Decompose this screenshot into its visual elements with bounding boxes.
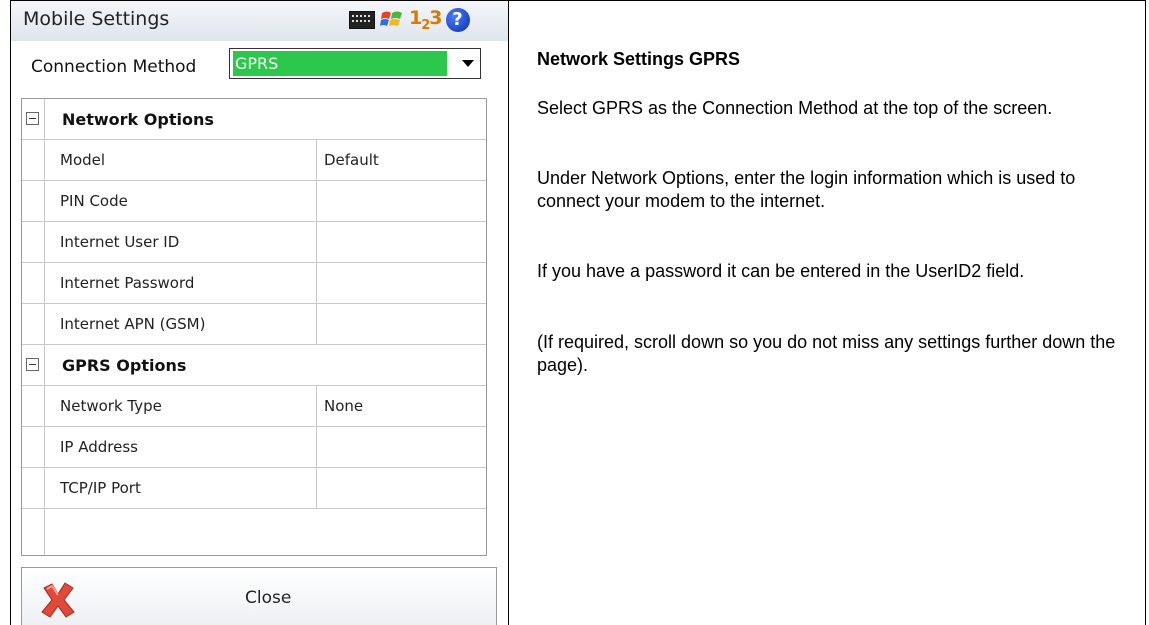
column-separator	[316, 222, 317, 262]
property-row[interactable]: IP Address	[22, 427, 486, 468]
collapse-icon[interactable]	[26, 112, 39, 125]
property-value[interactable]: None	[324, 397, 363, 415]
close-label: Close	[245, 588, 292, 608]
column-separator	[316, 304, 317, 344]
property-name: Internet APN (GSM)	[60, 315, 206, 333]
instruction-paragraph: Select GPRS as the Connection Method at …	[537, 98, 1053, 118]
connection-method-value: GPRS	[233, 51, 447, 76]
windows-flag-icon[interactable]	[379, 7, 405, 33]
keyboard-icon[interactable]	[349, 11, 375, 29]
column-separator	[316, 427, 317, 467]
property-name: IP Address	[60, 438, 138, 456]
connection-method-row: Connection Method GPRS	[11, 43, 508, 89]
close-button[interactable]: Close	[21, 567, 497, 625]
property-row[interactable]: TCP/IP Port	[22, 468, 486, 509]
column-divider	[508, 0, 509, 625]
column-separator	[316, 140, 317, 180]
property-row[interactable]: Internet APN (GSM)	[22, 304, 486, 345]
property-row[interactable]: PIN Code	[22, 181, 486, 222]
instruction-paragraph: If you have a password it can be entered…	[537, 261, 1025, 281]
device-screen: Mobile Settings 123 ? Connection Method …	[11, 1, 508, 625]
instruction-paragraph: Under Network Options, enter the login i…	[537, 168, 1076, 211]
section-label: GPRS Options	[62, 356, 187, 375]
instructions-title: Network Settings GPRS	[537, 49, 741, 69]
property-name: Network Type	[60, 397, 162, 415]
input-method-indicator[interactable]: 123	[409, 7, 443, 33]
property-name: TCP/IP Port	[60, 479, 141, 497]
property-grid: Network Options Model Default PIN Code I…	[21, 98, 487, 556]
connection-method-label: Connection Method	[31, 57, 197, 77]
instruction-paragraph: (If required, scroll down so you do not …	[537, 332, 1116, 375]
property-name: Internet User ID	[60, 233, 180, 251]
column-separator	[316, 386, 317, 426]
property-row[interactable]: Internet User ID	[22, 222, 486, 263]
close-x-icon	[41, 582, 75, 618]
help-icon[interactable]: ?	[445, 8, 470, 32]
column-separator	[316, 181, 317, 221]
property-name: Internet Password	[60, 274, 195, 292]
window-title: Mobile Settings	[23, 8, 170, 30]
section-gprs-options[interactable]: GPRS Options	[22, 345, 486, 386]
property-row[interactable]: Network Type None	[22, 386, 486, 427]
column-separator	[316, 263, 317, 303]
section-network-options[interactable]: Network Options	[22, 99, 486, 140]
title-bar: Mobile Settings 123 ?	[11, 1, 508, 41]
system-tray: 123 ?	[349, 5, 470, 35]
chevron-down-icon[interactable]	[462, 60, 474, 67]
property-row[interactable]: Model Default	[22, 140, 486, 181]
section-label: Network Options	[62, 110, 214, 129]
property-name: Model	[60, 151, 106, 169]
property-value[interactable]: Default	[324, 151, 379, 169]
collapse-icon[interactable]	[26, 358, 39, 371]
connection-method-dropdown[interactable]: GPRS	[229, 48, 481, 79]
property-row[interactable]: Internet Password	[22, 263, 486, 304]
property-name: PIN Code	[60, 192, 128, 210]
column-separator	[316, 468, 317, 508]
